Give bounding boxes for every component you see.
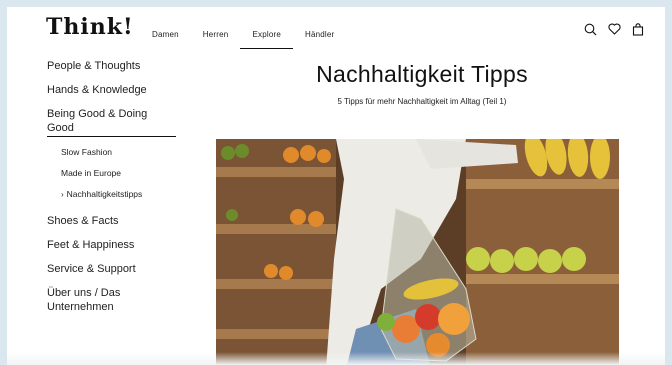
- nav-haendler[interactable]: Händler: [293, 30, 346, 49]
- hero-image: [216, 139, 619, 365]
- search-icon[interactable]: [583, 22, 597, 36]
- nav-explore[interactable]: Explore: [240, 30, 293, 49]
- chevron-right-icon: ›: [61, 190, 64, 199]
- logo[interactable]: Think!: [46, 14, 134, 40]
- sidebar-item-people-thoughts[interactable]: People & Thoughts: [47, 59, 187, 73]
- sidebar-sub-nachhaltigkeitstipps[interactable]: › Nachhaltigkeitstipps: [61, 189, 187, 200]
- bottom-fade: [7, 352, 665, 365]
- nav-herren[interactable]: Herren: [191, 30, 241, 49]
- sidebar: People & Thoughts Hands & Knowledge Bein…: [47, 59, 187, 324]
- nav-damen[interactable]: Damen: [140, 30, 191, 49]
- page-frame: Think! Damen Herren Explore Händler Peop…: [7, 7, 665, 365]
- bag-icon[interactable]: [631, 22, 645, 36]
- sidebar-sub-list: Slow Fashion Made in Europe › Nachhaltigk…: [61, 147, 187, 200]
- sidebar-item-ueber-uns[interactable]: Über uns / Das Unternehmen: [47, 286, 187, 314]
- header-icons: [583, 22, 645, 36]
- sidebar-item-being-good[interactable]: Being Good & Doing Good: [47, 107, 176, 137]
- sidebar-sub-made-in-europe[interactable]: Made in Europe: [61, 168, 187, 179]
- sidebar-sub-label: Nachhaltigkeitstipps: [66, 189, 143, 199]
- page-subtitle: 5 Tipps für mehr Nachhaltigkeit im Allta…: [337, 97, 507, 106]
- page-title: Nachhaltigkeit Tipps: [316, 61, 528, 87]
- heart-icon[interactable]: [607, 22, 621, 36]
- main-nav: Damen Herren Explore Händler: [140, 30, 346, 49]
- sidebar-item-service-support[interactable]: Service & Support: [47, 262, 187, 276]
- sidebar-item-feet-happiness[interactable]: Feet & Happiness: [47, 238, 187, 252]
- sidebar-sub-slow-fashion[interactable]: Slow Fashion: [61, 147, 187, 158]
- sidebar-item-hands-knowledge[interactable]: Hands & Knowledge: [47, 83, 187, 97]
- sidebar-item-shoes-facts[interactable]: Shoes & Facts: [47, 214, 187, 228]
- site-header: Think! Damen Herren Explore Händler: [7, 7, 665, 53]
